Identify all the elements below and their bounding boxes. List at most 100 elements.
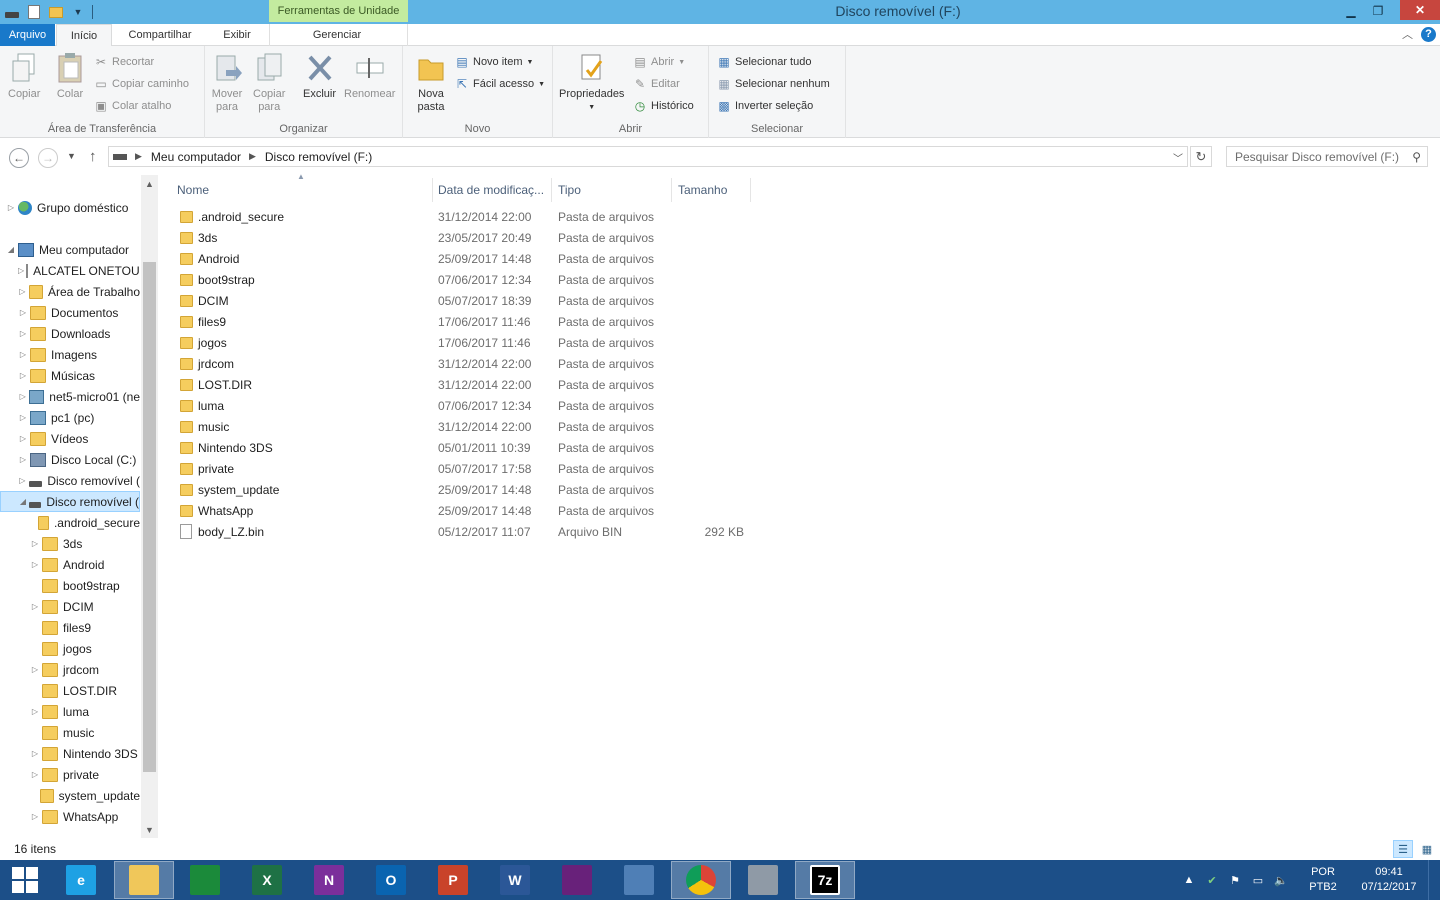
taskbar-app[interactable]: W [485, 861, 545, 899]
tab-view[interactable]: Exibir [211, 24, 263, 46]
file-row[interactable]: music 31/12/2014 22:00 Pasta de arquivos [176, 417, 756, 438]
cut-button[interactable]: ✂ Recortar [94, 53, 154, 71]
file-row[interactable]: 3ds 23/05/2017 20:49 Pasta de arquivos [176, 228, 756, 249]
taskbar-app[interactable] [175, 861, 235, 899]
nav-item[interactable]: ▷ ALCATEL ONETOUCH [0, 260, 140, 281]
expand-chevron-icon[interactable]: ▷ [18, 287, 27, 296]
nav-item[interactable]: ▷ Downloads [0, 323, 140, 344]
expand-chevron-icon[interactable]: ▷ [30, 749, 40, 758]
scroll-thumb[interactable] [143, 262, 156, 772]
tab-home[interactable]: Início [56, 24, 112, 47]
taskbar-app[interactable] [609, 861, 669, 899]
show-desktop-button[interactable] [1428, 860, 1440, 900]
column-header-name[interactable]: Nome [177, 179, 209, 201]
recent-locations-chevron-icon[interactable]: ▼ [67, 151, 76, 161]
nav-item[interactable]: .android_secure [0, 512, 140, 533]
close-button[interactable]: ✕ [1400, 0, 1440, 20]
expand-chevron-icon[interactable]: ▷ [18, 329, 28, 338]
copy-button[interactable]: Copiar [8, 52, 40, 101]
nav-item[interactable]: ▷ Grupo doméstico [0, 197, 140, 218]
scroll-up-icon[interactable]: ▲ [141, 175, 158, 192]
nav-item[interactable]: ▷ jrdcom [0, 659, 140, 680]
nav-item[interactable]: jogos [0, 638, 140, 659]
nav-item[interactable]: ▷ Imagens [0, 344, 140, 365]
open-button[interactable]: ▤ Abrir ▼ [633, 53, 685, 71]
maximize-button[interactable]: ❐ [1364, 0, 1392, 22]
nav-item[interactable]: system_update [0, 785, 140, 806]
up-arrow-icon[interactable]: ↑ [89, 148, 97, 165]
file-row[interactable]: WhatsApp 25/09/2017 14:48 Pasta de arquivo… [176, 501, 756, 522]
nav-item[interactable]: ▷ WhatsApp [0, 806, 140, 827]
input-language[interactable]: POR PTB2 [1300, 865, 1346, 895]
taskbar-app[interactable] [671, 861, 731, 899]
column-divider[interactable] [750, 178, 751, 202]
help-icon[interactable]: ? [1421, 26, 1436, 42]
file-row[interactable]: LOST.DIR 31/12/2014 22:00 Pasta de arquivo… [176, 375, 756, 396]
file-row[interactable]: system_update 25/09/2017 14:48 Pasta de ar… [176, 480, 756, 501]
taskbar-app[interactable]: O [361, 861, 421, 899]
nav-item[interactable]: ▷ Documentos [0, 302, 140, 323]
expand-chevron-icon[interactable]: ▷ [18, 308, 28, 317]
nav-item[interactable]: ◢ Meu computador [0, 239, 140, 260]
tab-share[interactable]: Compartilhar [115, 24, 205, 46]
breadcrumb-computer[interactable]: Meu computador [151, 150, 241, 164]
column-header-type[interactable]: Tipo [558, 179, 581, 201]
details-view-icon[interactable]: ☰ [1393, 840, 1413, 858]
expand-chevron-icon[interactable]: ▷ [18, 392, 27, 401]
edit-button[interactable]: ✎ Editar [633, 75, 680, 93]
nav-item[interactable]: ▷ private [0, 764, 140, 785]
nav-item[interactable]: ▷ Disco removível ( [0, 470, 140, 491]
expand-chevron-icon[interactable]: ▷ [30, 539, 40, 548]
expand-chevron-icon[interactable]: ▷ [18, 413, 28, 422]
minimize-ribbon-icon[interactable]: ︿ [1402, 26, 1413, 42]
file-row[interactable]: Nintendo 3DS 05/01/2011 10:39 Pasta de arq… [176, 438, 756, 459]
network-icon[interactable]: ▭ [1250, 872, 1266, 888]
taskbar-app[interactable]: X [237, 861, 297, 899]
minimize-button[interactable]: ▁ [1338, 0, 1364, 22]
file-row[interactable]: body_LZ.bin 05/12/2017 11:07 Arquivo BIN 29… [176, 522, 756, 543]
expand-chevron-icon[interactable]: ▷ [18, 350, 28, 359]
invert-selection-button[interactable]: ▩ Inverter seleção [717, 97, 813, 115]
breadcrumb-drive[interactable]: Disco removível (F:) [265, 150, 372, 164]
new-folder-button[interactable]: Nova pasta [415, 52, 447, 114]
file-row[interactable]: luma 07/06/2017 12:34 Pasta de arquivos [176, 396, 756, 417]
volume-icon[interactable]: 🔈 [1273, 872, 1289, 888]
file-row[interactable]: private 05/07/2017 17:58 Pasta de arquivos [176, 459, 756, 480]
nav-item[interactable]: ▷ pc1 (pc) [0, 407, 140, 428]
column-divider[interactable] [432, 178, 433, 202]
nav-item[interactable]: boot9strap [0, 575, 140, 596]
nav-item[interactable]: ▷ Vídeos [0, 428, 140, 449]
nav-item[interactable]: ▷ Área de Trabalho [0, 281, 140, 302]
history-button[interactable]: ◷ Histórico [633, 97, 694, 115]
column-header-size[interactable]: Tamanho [678, 179, 727, 201]
breadcrumb-separator-icon[interactable]: ▶ [135, 151, 142, 162]
nav-item[interactable]: ▷ Músicas [0, 365, 140, 386]
nav-item[interactable]: ◢ Disco removível ( [0, 491, 140, 512]
expand-chevron-icon[interactable]: ▷ [18, 434, 28, 443]
column-divider[interactable] [671, 178, 672, 202]
address-bar[interactable]: ▶ Meu computador ▶ Disco removível (F:) … [108, 146, 1188, 167]
select-all-button[interactable]: ▦ Selecionar tudo [717, 53, 811, 71]
expand-chevron-icon[interactable]: ◢ [6, 245, 16, 254]
move-to-button[interactable]: Mover para [211, 52, 243, 114]
expand-chevron-icon[interactable]: ▷ [18, 455, 28, 464]
forward-button[interactable]: → [38, 148, 58, 168]
nav-item[interactable]: music [0, 722, 140, 743]
expand-chevron-icon[interactable]: ▷ [30, 665, 40, 674]
nav-item[interactable]: ▷ Disco Local (C:) [0, 449, 140, 470]
address-dropdown-icon[interactable]: ﹀ [1173, 150, 1183, 165]
start-button[interactable] [0, 861, 50, 899]
file-row[interactable]: files9 17/06/2017 11:46 Pasta de arquivos [176, 312, 756, 333]
file-row[interactable]: Android 25/09/2017 14:48 Pasta de arquivos [176, 249, 756, 270]
nav-scrollbar[interactable]: ▲ ▼ [141, 175, 158, 838]
nav-item[interactable]: ▷ Nintendo 3DS [0, 743, 140, 764]
expand-chevron-icon[interactable]: ▷ [30, 707, 40, 716]
tab-file[interactable]: Arquivo [0, 24, 55, 46]
easy-access-button[interactable]: ⇱ Fácil acesso ▼ [455, 75, 545, 93]
taskbar-app[interactable]: 7z [795, 861, 855, 899]
properties-button[interactable]: Propriedades ▼ [559, 52, 624, 114]
copy-path-button[interactable]: ▭ Copiar caminho [94, 75, 189, 93]
column-header-date[interactable]: Data de modificaç... [438, 179, 544, 201]
back-button[interactable]: ← [9, 148, 29, 168]
taskbar-app[interactable]: e [51, 861, 111, 899]
